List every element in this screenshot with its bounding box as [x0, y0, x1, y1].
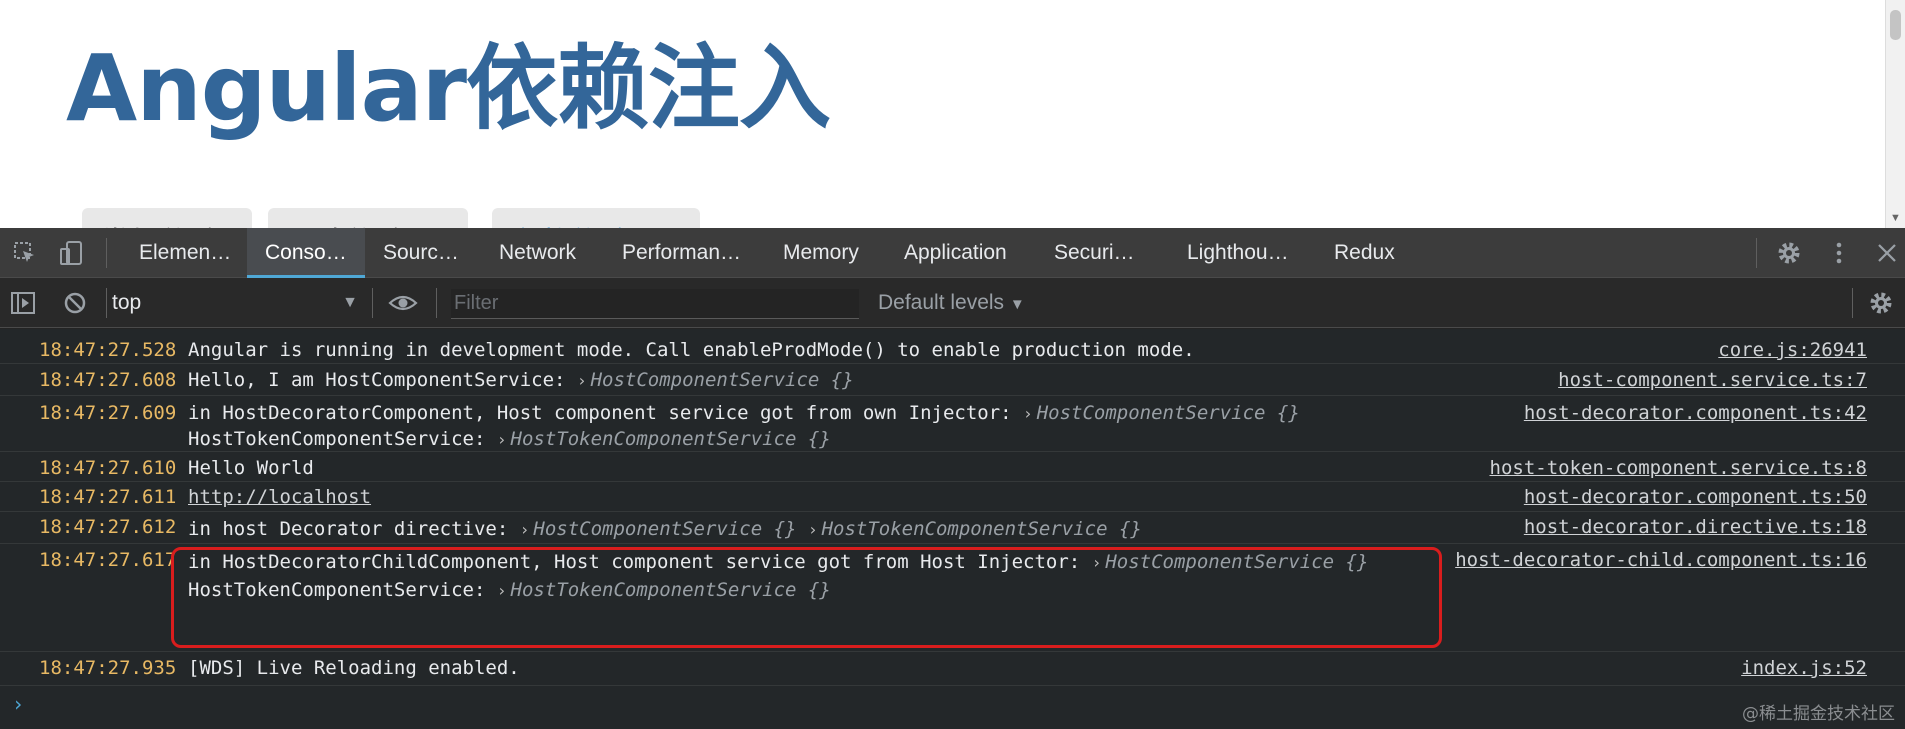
- expand-triangle-icon: ›: [576, 371, 587, 390]
- source-link[interactable]: host-decorator.directive.ts:18: [1524, 516, 1867, 538]
- expand-triangle-icon: ›: [519, 520, 530, 539]
- tab-security[interactable]: Securi…: [1054, 228, 1135, 278]
- timestamp: 18:47:27.609: [39, 402, 177, 424]
- row-divider: [0, 511, 1905, 512]
- source-link[interactable]: host-decorator.component.ts:42: [1524, 402, 1867, 424]
- console-output: 18:47:27.528 Angular is running in devel…: [0, 329, 1905, 729]
- timestamp: 18:47:27.610: [39, 457, 177, 479]
- object-preview[interactable]: › HostComponentService {}: [1092, 551, 1369, 573]
- tab-lighthouse[interactable]: Lighthou…: [1187, 228, 1289, 278]
- object-preview[interactable]: › HostTokenComponentService {}: [497, 579, 831, 601]
- kebab-menu-icon[interactable]: [1826, 240, 1852, 266]
- console-toolbar: top ▼ Default levels ▼: [0, 278, 1905, 328]
- source-link[interactable]: host-decorator.component.ts:50: [1524, 486, 1867, 508]
- tab-application[interactable]: Application: [904, 228, 1007, 278]
- object-preview[interactable]: › HostComponentService {}: [1023, 402, 1300, 424]
- expand-triangle-icon: ›: [1091, 553, 1102, 572]
- tab-performance[interactable]: Performan…: [622, 228, 741, 278]
- source-link[interactable]: host-token-component.service.ts:8: [1490, 457, 1868, 479]
- context-select-value: top: [112, 291, 142, 314]
- message-text: Hello World: [188, 457, 314, 479]
- row-divider: [0, 363, 1905, 364]
- toolbar-separator: [106, 288, 107, 318]
- close-icon[interactable]: [1874, 240, 1900, 266]
- inspect-element-icon[interactable]: [12, 240, 38, 266]
- source-link[interactable]: index.js:52: [1741, 657, 1867, 679]
- object-preview[interactable]: › HostTokenComponentService {}: [808, 518, 1142, 540]
- page-tab-optional[interactable]: 可选依赖: [268, 208, 468, 228]
- message-text: http://localhost: [188, 486, 371, 508]
- timestamp: 18:47:27.611: [39, 486, 177, 508]
- expand-triangle-icon: ›: [496, 430, 507, 449]
- tab-redux[interactable]: Redux: [1334, 228, 1395, 278]
- row-divider: [0, 481, 1905, 482]
- timestamp: 18:47:27.612: [39, 516, 177, 538]
- toolbar-separator-3: [436, 288, 437, 318]
- row-divider: [0, 651, 1905, 652]
- url-link[interactable]: http://localhost: [188, 486, 371, 508]
- chevron-down-icon: ▼: [1009, 296, 1025, 313]
- expand-triangle-icon: ›: [496, 581, 507, 600]
- log-levels-label: Default levels: [878, 291, 1005, 314]
- filter-input[interactable]: [451, 289, 859, 319]
- object-preview[interactable]: › HostComponentService {}: [520, 518, 797, 540]
- devtools-panel: Elemen… Conso… Sourc… Network Performan……: [0, 228, 1905, 729]
- message-text: in host Decorator directive: › HostCompon…: [188, 518, 1142, 540]
- row-divider: [0, 395, 1905, 396]
- page-scrollbar[interactable]: ▼: [1885, 0, 1905, 228]
- tab-console[interactable]: Conso…: [247, 228, 365, 278]
- tab-sources[interactable]: Sourc…: [383, 228, 459, 278]
- clear-console-icon[interactable]: [62, 290, 88, 316]
- toolbar-separator-2: [372, 288, 373, 318]
- source-link[interactable]: core.js:26941: [1718, 339, 1867, 361]
- expand-triangle-icon: ›: [807, 520, 818, 539]
- console-input[interactable]: [34, 690, 1854, 720]
- object-preview[interactable]: › HostComponentService {}: [577, 369, 854, 391]
- sidebar-toggle-icon[interactable]: [10, 290, 36, 316]
- page-tab-param[interactable]: 参数依赖: [492, 208, 700, 228]
- tabbar-separator: [106, 238, 107, 268]
- expand-triangle-icon: ›: [1023, 404, 1033, 423]
- message-text: in HostDecoratorComponent, Host componen…: [188, 402, 1300, 424]
- tab-memory[interactable]: Memory: [783, 228, 859, 278]
- message-text-line2: HostTokenComponentService: › HostTokenCom…: [188, 579, 831, 601]
- timestamp: 18:47:27.608: [39, 369, 177, 391]
- devtools-tabbar: Elemen… Conso… Sourc… Network Performan……: [0, 228, 1905, 278]
- console-prompt: ›: [0, 685, 1905, 725]
- page-scrollbar-thumb[interactable]: [1890, 10, 1901, 40]
- context-select[interactable]: top ▼: [112, 288, 358, 318]
- log-levels-dropdown[interactable]: Default levels ▼: [878, 288, 1025, 318]
- tabbar-separator-right: [1756, 238, 1757, 268]
- object-preview[interactable]: › HostTokenComponentService {}: [497, 428, 831, 450]
- message-text: in HostDecoratorChildComponent, Host com…: [188, 551, 1369, 573]
- tab-network[interactable]: Network: [499, 228, 576, 278]
- page-title: Angular依赖注入: [66, 35, 831, 142]
- message-text-line2: HostTokenComponentService: › HostTokenCom…: [188, 428, 831, 450]
- chevron-down-icon: ▼: [342, 294, 358, 311]
- page-viewport: Angular依赖注入 常规依赖 可选依赖 参数依赖 ▼: [0, 0, 1905, 228]
- timestamp: 18:47:27.528: [39, 339, 177, 361]
- page-tab-regular[interactable]: 常规依赖: [82, 208, 252, 228]
- source-link[interactable]: host-decorator-child.component.ts:16: [1455, 549, 1867, 571]
- tab-elements[interactable]: Elemen…: [139, 228, 231, 278]
- source-link[interactable]: host-component.service.ts:7: [1558, 369, 1867, 391]
- gear-icon[interactable]: [1776, 240, 1802, 266]
- message-text: [WDS] Live Reloading enabled.: [188, 657, 520, 679]
- row-divider: [0, 543, 1905, 544]
- live-expression-eye-icon[interactable]: [388, 290, 418, 316]
- timestamp: 18:47:27.935: [39, 657, 177, 679]
- device-toggle-icon[interactable]: [58, 240, 84, 266]
- message-text: Angular is running in development mode. …: [188, 339, 1195, 361]
- timestamp: 18:47:27.617: [39, 549, 177, 571]
- scroll-down-arrow-icon[interactable]: ▼: [1890, 212, 1901, 224]
- console-settings-gear-icon[interactable]: [1868, 290, 1894, 316]
- toolbar-separator-4: [1852, 288, 1853, 318]
- row-divider: [0, 451, 1905, 452]
- watermark: @稀土掘金技术社区: [1742, 704, 1895, 724]
- prompt-chevron-icon: ›: [12, 692, 25, 716]
- message-text: Hello, I am HostComponentService: › HostC…: [188, 369, 854, 391]
